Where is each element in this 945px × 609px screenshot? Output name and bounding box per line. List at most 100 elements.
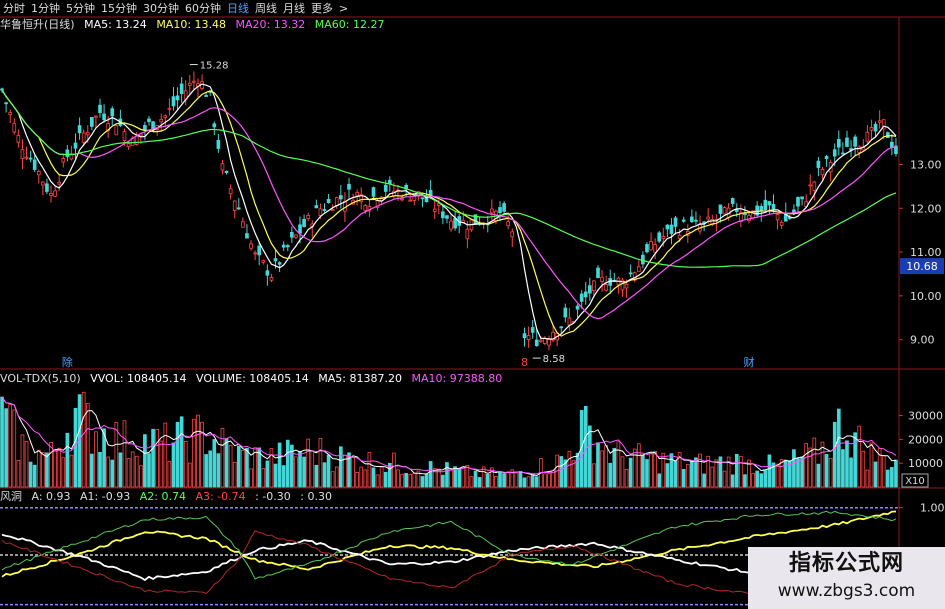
volume-bar bbox=[310, 450, 315, 488]
volume-bar bbox=[98, 452, 102, 488]
volume-bar bbox=[424, 473, 429, 488]
candle-body bbox=[122, 131, 127, 141]
volume-bar bbox=[804, 443, 808, 488]
candle-body bbox=[216, 140, 221, 149]
volume-bar bbox=[894, 459, 898, 488]
candle-body bbox=[539, 339, 543, 342]
volume-bar bbox=[155, 429, 159, 488]
volume-bar bbox=[183, 441, 188, 488]
candle-body bbox=[449, 220, 453, 230]
candle-body bbox=[661, 236, 666, 239]
candle-body bbox=[759, 205, 764, 212]
volume-bar bbox=[363, 469, 368, 488]
candle-body bbox=[20, 149, 25, 159]
candle-body bbox=[718, 204, 723, 214]
candle-body bbox=[265, 270, 270, 276]
candle-body bbox=[175, 95, 180, 101]
volume-bar bbox=[657, 473, 662, 488]
volume-bar bbox=[796, 458, 800, 488]
volume-tick-label: 10000 bbox=[908, 457, 943, 470]
candle-body bbox=[845, 137, 849, 147]
candle-body bbox=[641, 254, 645, 265]
candle-body bbox=[171, 96, 176, 107]
candle-body bbox=[253, 252, 257, 255]
candle-body bbox=[90, 117, 94, 127]
volume-bar bbox=[273, 463, 278, 488]
candle-body bbox=[579, 293, 584, 302]
volume-bar bbox=[90, 453, 94, 488]
current-price-label: 10.68 bbox=[906, 260, 938, 273]
candle-body bbox=[363, 204, 368, 211]
watermark: 指标公式网 www.zbgs3.com bbox=[748, 547, 945, 609]
volume-bar bbox=[351, 456, 355, 488]
candle-body bbox=[583, 291, 588, 298]
volume-bar bbox=[751, 472, 755, 488]
volume-bar bbox=[175, 421, 180, 488]
volume-bar bbox=[41, 452, 45, 488]
candle-body bbox=[636, 266, 641, 272]
volume-bar bbox=[392, 452, 396, 488]
candle-body bbox=[841, 152, 845, 155]
volume-bar bbox=[722, 470, 727, 488]
volume-bar bbox=[36, 449, 41, 488]
candle-body bbox=[812, 181, 817, 191]
price-annotation: 15.28 bbox=[200, 61, 229, 72]
volume-bar bbox=[469, 476, 474, 488]
candle-body bbox=[241, 221, 245, 228]
price-annotation: 8.58 bbox=[543, 354, 565, 365]
volume-bar bbox=[53, 449, 57, 488]
candle-body bbox=[779, 221, 784, 226]
volume-bar bbox=[502, 473, 506, 488]
candle-body bbox=[567, 317, 572, 326]
volume-bar bbox=[641, 454, 645, 488]
volume-bar bbox=[690, 460, 694, 488]
volume-bar bbox=[302, 456, 306, 488]
volume-bar bbox=[739, 456, 743, 488]
volume-bar bbox=[477, 477, 482, 488]
candle-body bbox=[249, 243, 253, 249]
candle-body bbox=[12, 123, 17, 133]
volume-bar bbox=[314, 464, 319, 488]
volume-bar bbox=[375, 474, 380, 488]
volume-bar bbox=[147, 453, 151, 488]
price-tick-label: 9.00 bbox=[910, 334, 935, 347]
candle-body bbox=[865, 131, 870, 142]
candle-body bbox=[624, 283, 629, 289]
volume-bar bbox=[612, 447, 617, 488]
candle-body bbox=[290, 232, 294, 238]
volume-bar bbox=[763, 470, 768, 488]
volume-bar bbox=[359, 466, 364, 488]
volume-bar bbox=[755, 470, 760, 488]
volume-bar bbox=[45, 452, 49, 488]
candle-body bbox=[453, 218, 457, 229]
candle-body bbox=[204, 95, 208, 97]
volume-bar bbox=[318, 437, 323, 488]
volume-bar bbox=[61, 457, 66, 488]
candle-body bbox=[681, 219, 686, 222]
candle-body bbox=[77, 125, 82, 134]
stock-chart[interactable]: 9.00 10.00 11.00 12.00 13.00 15.28 8.58 除 8 财 10.6… bbox=[0, 0, 945, 609]
candle-body bbox=[600, 276, 604, 283]
volume-bar bbox=[232, 461, 237, 488]
candle-body bbox=[330, 208, 335, 211]
candle-body bbox=[673, 217, 678, 227]
candle-body bbox=[543, 338, 547, 344]
candle-body bbox=[355, 192, 359, 196]
candle-body bbox=[530, 327, 535, 333]
volume-bar bbox=[224, 438, 229, 488]
candle-body bbox=[236, 207, 241, 210]
volume-bar bbox=[571, 460, 576, 488]
volume-bar bbox=[718, 456, 723, 488]
ma60-line bbox=[1, 89, 897, 268]
price-tick-label: 12.00 bbox=[910, 202, 942, 215]
candle-body bbox=[677, 234, 682, 239]
volume-bar bbox=[322, 462, 327, 488]
candle-body bbox=[522, 333, 527, 339]
candle-body bbox=[49, 193, 53, 196]
volume-bar bbox=[187, 462, 192, 488]
volume-bar bbox=[628, 457, 633, 488]
candle-body bbox=[294, 234, 298, 238]
candle-body bbox=[318, 208, 323, 217]
candle-body bbox=[808, 184, 813, 187]
volume-bar bbox=[767, 454, 772, 488]
